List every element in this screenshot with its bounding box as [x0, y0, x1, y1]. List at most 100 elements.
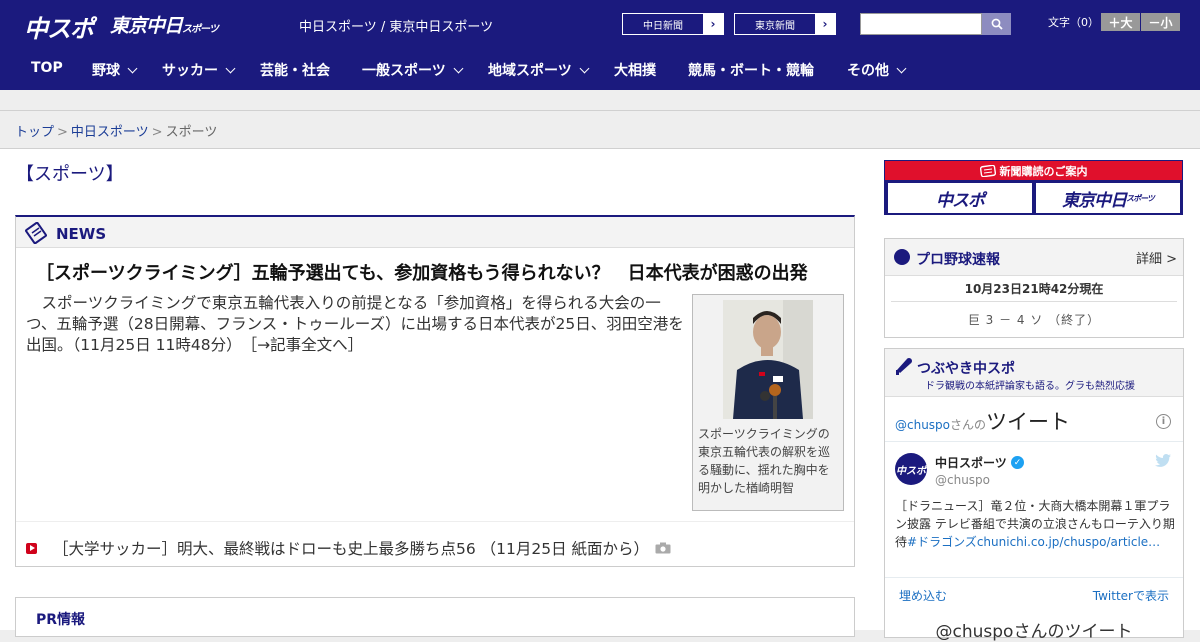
tweet-text: ［ドラニュース］竜２位・大商大橋本開幕１軍プラン披露 テレビ番組で共演の立浪さん… — [895, 497, 1177, 551]
tweet-divider — [885, 577, 1183, 578]
subscription-banner[interactable]: 新聞購読のご案内 中スポ 東京中日 スポーツ — [884, 160, 1183, 215]
font-larger-button[interactable]: ＋大 — [1101, 13, 1140, 31]
camera-icon — [655, 542, 671, 554]
breadcrumb-separator: > — [57, 125, 68, 140]
read-more-link[interactable]: ［→記事全文へ］ — [249, 336, 363, 354]
font-size-label: 文字（0） — [1048, 16, 1099, 29]
news-header: NEWS — [16, 217, 854, 248]
nav-item-sumo[interactable]: 大相撲 — [614, 60, 656, 80]
nav-label: TOP — [31, 60, 63, 76]
nav-item-local-sports[interactable]: 地域スポーツ — [488, 60, 590, 80]
nav-label: 地域スポーツ — [488, 63, 572, 79]
chevron-right-icon: › — [815, 14, 835, 34]
search-icon — [991, 18, 1003, 30]
subscribe-tokyo-logo[interactable]: 東京中日 スポーツ — [1036, 183, 1180, 213]
nav-label: 一般スポーツ — [362, 63, 446, 79]
search-button[interactable] — [982, 13, 1011, 35]
tweet-title: つぶやき中スポ — [917, 361, 1015, 377]
tokyo-logo-text: 東京中日 — [110, 15, 183, 37]
nav-item-racing[interactable]: 競馬・ボート・競輪 — [688, 60, 814, 80]
tokyo-shimbun-label: 東京新聞 — [755, 20, 795, 32]
nav-item-general-sports[interactable]: 一般スポーツ — [362, 60, 464, 80]
baseball-details-link[interactable]: 詳細 > — [1136, 248, 1177, 267]
news-photo-caption: スポーツクライミングの東京五輪代表の解釈を巡る騒動に、揺れた胸中を明かした楢崎明… — [698, 427, 831, 495]
font-smaller-button[interactable]: －小 — [1141, 13, 1180, 31]
baseball-title: プロ野球速報 — [916, 252, 1000, 268]
nav-item-other[interactable]: その他 — [847, 60, 907, 80]
subscription-title: 新聞購読のご案内 — [885, 161, 1182, 180]
news-title: NEWS — [56, 225, 107, 243]
nav-item-soccer[interactable]: サッカー — [162, 60, 236, 80]
nav-label: その他 — [847, 63, 889, 79]
play-bullet-icon — [26, 542, 37, 554]
nav-item-baseball[interactable]: 野球 — [92, 60, 138, 80]
tokyo-shimbun-link[interactable]: 東京新聞 › — [734, 13, 836, 35]
nav-label: 芸能・社会 — [260, 63, 330, 79]
embed-link[interactable]: 埋め込む — [899, 587, 947, 604]
subscribe-chuspo-logo[interactable]: 中スポ — [888, 183, 1032, 213]
chevron-down-icon — [896, 63, 907, 74]
chunichi-shimbun-link[interactable]: 中日新聞 › — [622, 13, 724, 35]
chunichi-shimbun-label: 中日新聞 — [643, 20, 683, 32]
breadcrumb: トップ > 中日スポーツ > スポーツ — [15, 121, 217, 140]
sub-nav-bar — [0, 90, 1200, 111]
tweet-account-name[interactable]: 中日スポーツ — [935, 454, 1007, 471]
tweet-embed-title[interactable]: @chuspoさんのツイート — [895, 406, 1070, 436]
nav-item-entertainment[interactable]: 芸能・社会 — [260, 60, 330, 80]
news-divider — [16, 521, 854, 522]
chuspo-logo[interactable]: 中スポ — [24, 9, 94, 44]
top-header: 中スポ 東京中日スポーツ 中日スポーツ / 東京中日スポーツ 中日新聞 › 東京… — [0, 0, 1200, 48]
pr-title: PR情報 — [36, 612, 86, 628]
subscribe-tokyo-text: 東京中日 — [1062, 190, 1127, 211]
tweet-account-handle[interactable]: @chuspo — [935, 473, 990, 487]
chevron-down-icon — [453, 63, 464, 74]
nav-item-top[interactable]: TOP — [31, 60, 63, 76]
tokyo-logo-small: スポーツ — [182, 24, 219, 35]
chevron-down-icon — [579, 63, 590, 74]
news-photo[interactable] — [723, 300, 813, 419]
newspaper-icon — [979, 164, 996, 177]
tokyo-chunichi-logo[interactable]: 東京中日スポーツ — [110, 11, 219, 38]
tweet-divider — [885, 441, 1183, 442]
sub-news-text: ［大学サッカー］明大、最終戦はドローも史上最多勝ち点56 （11月25日 紙面か… — [53, 540, 650, 558]
avatar[interactable]: 中スポ — [895, 453, 927, 485]
chevron-down-icon — [127, 63, 138, 74]
verified-badge-icon: ✓ — [1011, 456, 1024, 469]
search-input[interactable] — [860, 13, 982, 35]
breadcrumb-chuspo[interactable]: 中日スポーツ — [71, 125, 149, 140]
twitter-bird-icon[interactable] — [1155, 454, 1171, 467]
tweet-embed-handle: @chuspo — [895, 418, 951, 432]
nav-label: 野球 — [92, 63, 120, 79]
baseball-divider — [891, 301, 1177, 302]
subscription-title-text: 新聞購読のご案内 — [999, 164, 1088, 178]
baseball-header: プロ野球速報 詳細 > — [885, 239, 1183, 276]
breadcrumb-top[interactable]: トップ — [15, 125, 54, 140]
news-photo-box: スポーツクライミングの東京五輪代表の解釈を巡る騒動に、揺れた胸中を明かした楢崎明… — [692, 294, 844, 511]
baseball-icon — [894, 249, 910, 265]
view-on-twitter-link[interactable]: Twitterで表示 — [1093, 587, 1169, 604]
baseball-timestamp: 10月23日21時42分現在 — [964, 282, 1104, 296]
baseball-score[interactable]: 巨 3 － 4 ソ （終了） — [885, 311, 1183, 328]
pr-section: PR情報 — [15, 597, 855, 637]
news-headline-link[interactable]: ［スポーツクライミング］五輪予選出ても、参加資格もう得られない？ 日本代表が困惑… — [36, 259, 808, 285]
tweet-embed-word: ツイート — [986, 410, 1071, 434]
chevron-down-icon — [225, 63, 236, 74]
megaphone-icon — [896, 358, 912, 375]
news-section: NEWS ［スポーツクライミング］五輪予選出ても、参加資格もう得られない？ 日本… — [15, 215, 855, 567]
tweet-hashtag-link[interactable]: #ドラゴンズchunichi.co.jp/chuspo/article… — [907, 535, 1160, 549]
news-pencil-icon — [25, 222, 47, 244]
info-icon[interactable]: i — [1156, 414, 1171, 429]
page-title: 【スポーツ】 — [16, 164, 124, 185]
nav-label: 競馬・ボート・競輪 — [688, 63, 814, 79]
site-name: 中日スポーツ / 東京中日スポーツ — [299, 20, 494, 35]
sub-news-item[interactable]: ［大学サッカー］明大、最終戦はドローも史上最多勝ち点56 （11月25日 紙面か… — [26, 537, 671, 559]
chevron-right-icon: › — [703, 14, 723, 34]
tweet-header: つぶやき中スポ ドラ観戦の本紙評論家も語る。グラも熱烈応援 — [885, 349, 1183, 397]
breadcrumb-separator: > — [151, 125, 163, 140]
news-lead: スポーツクライミングで東京五輪代表入りの前提となる「参加資格」を得られる大会の一… — [26, 293, 686, 356]
athlete-photo — [723, 300, 813, 419]
tweet-subtitle: ドラ観戦の本紙評論家も語る。グラも熱烈応援 — [925, 381, 1135, 392]
nav-label: 大相撲 — [614, 63, 656, 79]
tweet-embed-san: さんの — [950, 418, 987, 432]
tweet-widget: つぶやき中スポ ドラ観戦の本紙評論家も語る。グラも熱烈応援 @chuspoさんの… — [884, 348, 1184, 642]
